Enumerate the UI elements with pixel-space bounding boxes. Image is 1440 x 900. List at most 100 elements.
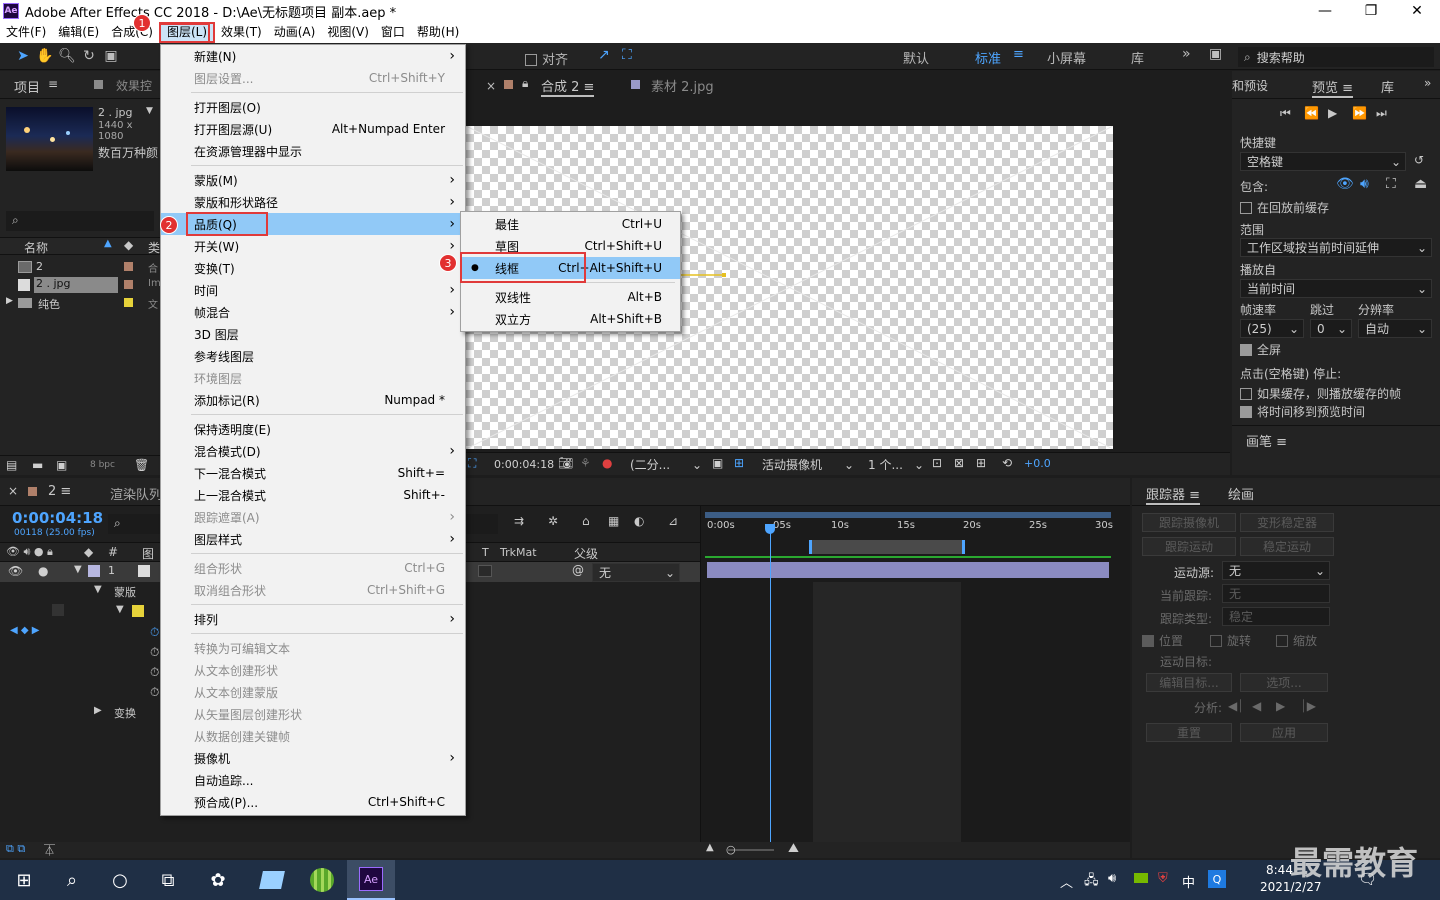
timeline-search-input[interactable]: ⌕ — [108, 514, 160, 534]
shy-layers-icon[interactable]: ⌂ — [582, 514, 590, 528]
workspace-standard[interactable]: 标准 — [975, 48, 1001, 67]
panel-menu-icon[interactable]: ≡ — [48, 77, 58, 91]
project-search-input[interactable]: ⌕ — [6, 211, 154, 231]
track-motion-button[interactable]: 跟踪运动 — [1142, 537, 1236, 556]
layer-menu-item[interactable]: 预合成(P)... Ctrl+Shift+C — [161, 791, 465, 813]
mask-lock[interactable] — [52, 604, 64, 616]
keyframe-nav-icon[interactable]: ◀ ◆ ▶ — [10, 625, 39, 636]
layer-menu-item[interactable]: 参考线图层 — [161, 345, 465, 367]
zoom-tool-icon[interactable]: 🔍︎ — [56, 45, 78, 67]
start-button[interactable]: ⊞ — [0, 860, 48, 900]
layer-menu-item[interactable]: 组合形状 Ctrl+G — [161, 557, 465, 579]
quality-menu-item[interactable]: 双立方 Alt+Shift+B — [461, 308, 680, 330]
layer-menu-item[interactable]: 环境图层 — [161, 367, 465, 389]
reset-exposure-icon[interactable]: ⟲ — [1002, 456, 1012, 470]
graph-editor-icon[interactable]: ⊿ — [668, 514, 678, 528]
taskbar-app-notebook[interactable] — [248, 860, 296, 900]
layer-menu-item[interactable]: 在资源管理器中显示 — [161, 140, 465, 162]
layer-menu-item[interactable]: 自动追踪... — [161, 769, 465, 791]
more-panels-icon[interactable]: » — [1424, 76, 1431, 90]
close-button[interactable]: ✕ — [1394, 0, 1440, 22]
fit-icon[interactable]: ⊠ — [954, 456, 964, 470]
time-ruler[interactable]: 0:00s 05s 10s 15s 20s 25s 30s — [701, 520, 1113, 534]
export-icon[interactable]: ⏏ — [1414, 176, 1427, 192]
range-dropdown[interactable]: 工作区域按当前时间延伸 ⌄ — [1240, 238, 1432, 257]
resolution-preview-dropdown[interactable]: 自动 ⌄ — [1358, 319, 1432, 338]
motion-blur-icon[interactable]: ◐ — [634, 514, 644, 528]
camera-dropdown[interactable]: 活动摄像机 ⌄ — [756, 455, 856, 474]
help-search-field[interactable]: ⌕ 搜索帮助 — [1238, 47, 1434, 67]
flowchart-icon[interactable]: ⊞ — [976, 456, 986, 470]
transparency-grid-icon[interactable]: ⊞ — [734, 456, 744, 470]
tab-effects-presets[interactable]: 和预设 — [1232, 77, 1268, 94]
current-time-indicator[interactable] — [770, 526, 771, 842]
timeline-timecode[interactable]: 0:00:04:18 — [12, 509, 103, 527]
project-item[interactable]: 2 . jpg Im — [0, 276, 161, 294]
task-view-button[interactable]: ⧉ — [144, 860, 192, 900]
layer-switches-icon[interactable]: ⧉ ⧉ — [6, 842, 25, 856]
layer-menu-item[interactable]: 从矢量图层创建形状 — [161, 703, 465, 725]
layer-menu-item[interactable]: 时间 › — [161, 279, 465, 301]
frame-blending-icon[interactable]: ▦ — [608, 514, 619, 528]
solo-icon[interactable]: ● — [38, 564, 48, 578]
viewer-timecode[interactable]: 0:00:04:18 — [494, 458, 554, 471]
tab-footage[interactable]: 素材 2.jpg — [651, 76, 714, 95]
layer-duration-bar[interactable] — [707, 562, 1109, 578]
rotate-tool-icon[interactable]: ↻ — [78, 45, 100, 67]
cortana-button[interactable]: ○ — [96, 860, 144, 900]
menu-edit[interactable]: 编辑(E) — [52, 22, 105, 43]
ime-indicator[interactable]: 中 — [1182, 872, 1195, 891]
minimize-button[interactable]: — — [1302, 0, 1348, 22]
analyze-forward-frame-icon[interactable]: ⏐▶ — [1300, 699, 1316, 714]
snapshot-icon[interactable]: 📷︎ — [558, 456, 573, 470]
draft-3d-icon[interactable]: ✲ — [548, 514, 558, 528]
layer-menu-item[interactable]: 上一混合模式 Shift+- — [161, 484, 465, 506]
menu-animation[interactable]: 动画(A) — [268, 22, 322, 43]
volume-icon[interactable]: 🔊︎ — [1108, 871, 1116, 886]
layer-menu-item[interactable]: 图层样式 › — [161, 528, 465, 550]
pickwhip-icon[interactable]: @ — [572, 563, 584, 577]
stopwatch-icon[interactable]: ⏱ — [150, 645, 159, 660]
layer-menu-item[interactable]: 打开图层源(U) Alt+Numpad Enter — [161, 118, 465, 140]
fast-previews-icon[interactable]: ▣ — [712, 456, 723, 470]
tab-library[interactable]: 库 — [1381, 77, 1394, 96]
layer-menu-item[interactable]: 混合模式(D) › — [161, 440, 465, 462]
nvidia-icon[interactable] — [1134, 873, 1148, 883]
warp-stabilizer-button[interactable]: 变形稳定器 — [1240, 513, 1334, 532]
chevron-down-icon[interactable]: ▼ — [94, 584, 102, 595]
menu-file[interactable]: 文件(F) — [0, 22, 52, 43]
track-camera-button[interactable]: 跟踪摄像机 — [1142, 513, 1236, 532]
bit-depth-label[interactable]: 8 bpc — [90, 460, 115, 470]
layer-menu-item[interactable]: 取消组合形状 Ctrl+Shift+G — [161, 579, 465, 601]
analyze-backward-icon[interactable]: ◀ — [1252, 699, 1261, 713]
next-frame-icon[interactable]: ⏩ — [1352, 106, 1367, 120]
analyze-forward-icon[interactable]: ▶ — [1276, 699, 1285, 713]
taskbar-app-after-effects[interactable]: Ae — [347, 860, 395, 900]
comp-mini-flowchart-icon[interactable]: ⇉ — [514, 514, 524, 528]
snap-frame-icon[interactable]: ⛶ — [622, 47, 632, 63]
tab-preview[interactable]: 预览 ≡ — [1312, 77, 1354, 98]
layer-menu-item[interactable]: 图层设置... Ctrl+Shift+Y — [161, 67, 465, 89]
channel-icon[interactable]: ● — [602, 456, 612, 470]
stopwatch-icon[interactable]: ⏱ — [150, 625, 159, 640]
trash-icon[interactable]: 🗑︎ — [134, 458, 149, 472]
workspace-menu-icon[interactable]: ≡ — [1013, 47, 1024, 62]
last-frame-icon[interactable]: ⏭ — [1376, 106, 1387, 121]
camera-tool-icon[interactable]: ▣ — [100, 45, 122, 67]
analyze-backward-frame-icon[interactable]: ◀⏐ — [1228, 699, 1244, 714]
snapping-toggle[interactable]: 对齐 — [525, 49, 568, 68]
qq-icon[interactable]: Q — [1208, 870, 1226, 888]
layer-menu-item[interactable]: 摄像机 › — [161, 747, 465, 769]
selection-tool-icon[interactable]: ➤ — [12, 45, 34, 67]
timeline-search-field-right[interactable] — [466, 514, 498, 534]
tab-project[interactable]: 项目 — [14, 77, 40, 96]
layer-menu-item[interactable]: 打开图层(O) — [161, 96, 465, 118]
stopwatch-icon[interactable]: ⏱ — [150, 665, 159, 680]
zoom-in-icon[interactable]: ⛰ — [788, 841, 799, 856]
masks-group[interactable]: 蒙版 — [114, 584, 136, 600]
parent-dropdown[interactable]: 无 ⌄ — [592, 563, 680, 582]
chevron-right-icon[interactable]: ▶ — [94, 705, 102, 716]
track-type-dropdown[interactable]: 稳定 — [1222, 607, 1330, 626]
menu-window[interactable]: 窗口 — [375, 22, 411, 43]
tab-composition[interactable]: 合成 2 ≡ — [541, 76, 595, 97]
